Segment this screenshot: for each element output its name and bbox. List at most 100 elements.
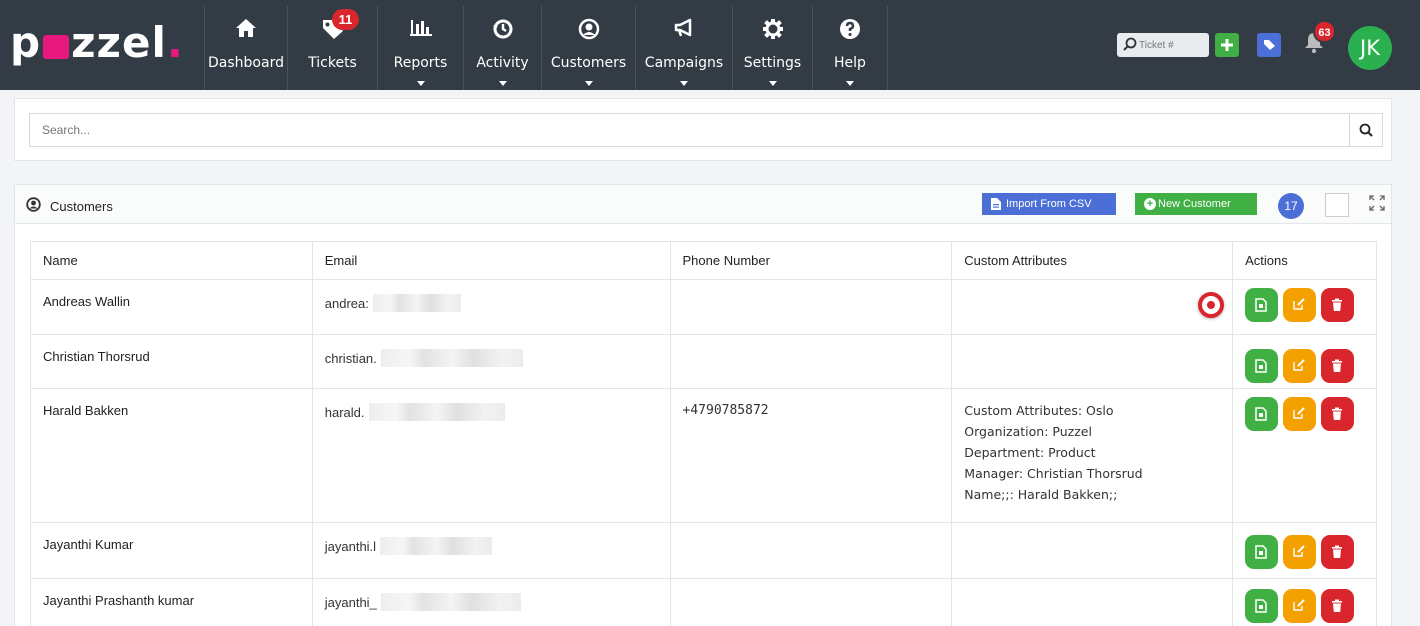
customer-email: christian. xyxy=(311,334,671,389)
redacted-email xyxy=(372,294,461,312)
edit-icon xyxy=(1293,407,1305,419)
nav-tickets[interactable]: 11 Tickets xyxy=(287,6,377,90)
customer-phone xyxy=(669,334,953,389)
customer-phone: +4790785872 xyxy=(669,388,953,523)
search-button[interactable] xyxy=(1349,113,1383,147)
search-icon xyxy=(1359,123,1373,137)
nav-help[interactable]: Help xyxy=(812,6,888,90)
delete-button[interactable] xyxy=(1321,589,1355,623)
quick-add-button[interactable] xyxy=(1215,33,1239,57)
history-icon xyxy=(492,19,512,39)
panel-header: Customers Import From CSV + New Customer… xyxy=(15,185,1391,224)
delete-button[interactable] xyxy=(1321,349,1355,383)
new-customer-button[interactable]: + New Customer xyxy=(1135,193,1257,215)
email-text: jayanthi.l xyxy=(324,539,377,554)
trash-icon xyxy=(1332,359,1343,372)
chevron-down-icon xyxy=(846,81,854,86)
table-row: Jayanthi Kumar jayanthi.l xyxy=(30,522,1377,579)
view-button[interactable] xyxy=(1245,397,1279,431)
chevron-down-icon xyxy=(680,81,688,86)
customer-name: Andreas Wallin xyxy=(30,279,313,335)
nav-label: Reports xyxy=(393,55,448,71)
row-actions xyxy=(1232,334,1377,389)
edit-icon xyxy=(1293,298,1305,310)
email-text: christian. xyxy=(324,351,377,366)
plus-icon xyxy=(1221,39,1233,51)
user-circle-icon xyxy=(578,18,599,40)
view-button[interactable] xyxy=(1245,349,1279,383)
nav-label: Customers xyxy=(550,55,627,71)
column-header-name[interactable]: Name xyxy=(30,241,313,280)
quick-ticket-button[interactable] xyxy=(1257,33,1281,57)
email-text: harald. xyxy=(324,405,365,420)
gear-icon xyxy=(762,19,783,39)
customer-name: Harald Bakken xyxy=(30,388,313,523)
question-icon xyxy=(840,19,860,39)
select-checkbox[interactable] xyxy=(1325,193,1349,217)
attribute-line: Department: Product xyxy=(964,445,1096,460)
nav-label: Settings xyxy=(743,55,802,71)
nav-customers[interactable]: Customers xyxy=(541,6,635,90)
customer-name: Christian Thorsrud xyxy=(30,334,313,389)
redacted-email xyxy=(380,537,493,555)
edit-button[interactable] xyxy=(1283,397,1317,431)
search-icon xyxy=(1123,37,1137,51)
redacted-email xyxy=(368,403,505,421)
edit-button[interactable] xyxy=(1283,349,1317,383)
column-header-email[interactable]: Email xyxy=(311,241,671,280)
ticket-number-input[interactable] xyxy=(1139,36,1203,54)
edit-icon xyxy=(1293,545,1305,557)
file-icon xyxy=(1255,298,1267,312)
tag-icon xyxy=(1263,40,1275,50)
email-text: jayanthi_ xyxy=(324,595,377,610)
column-header-phone[interactable]: Phone Number xyxy=(669,241,953,280)
nav-settings[interactable]: Settings xyxy=(732,6,812,90)
delete-button[interactable] xyxy=(1321,397,1355,431)
ticket-search[interactable] xyxy=(1117,33,1209,57)
customers-panel: Customers Import From CSV + New Customer… xyxy=(14,184,1392,626)
column-header-custom-attributes[interactable]: Custom Attributes xyxy=(951,241,1234,280)
file-icon xyxy=(1255,599,1267,613)
nav-campaigns[interactable]: Campaigns xyxy=(635,6,732,90)
customer-email: jayanthi.l xyxy=(311,522,671,579)
nav-label: Campaigns xyxy=(644,55,724,71)
view-button[interactable] xyxy=(1245,589,1279,623)
expand-icon[interactable] xyxy=(1369,195,1385,211)
view-button[interactable] xyxy=(1245,535,1279,569)
notifications-badge: 63 xyxy=(1313,20,1336,43)
notifications-button[interactable]: 63 xyxy=(1303,20,1336,58)
delete-button[interactable] xyxy=(1321,288,1355,322)
import-csv-label: Import From CSV xyxy=(1006,198,1092,210)
import-csv-button[interactable]: Import From CSV xyxy=(982,193,1116,215)
bar-chart-icon xyxy=(409,20,432,36)
edit-button[interactable] xyxy=(1283,288,1317,322)
customer-attributes xyxy=(951,578,1234,626)
nav-label: Help xyxy=(834,55,866,71)
customer-attributes xyxy=(951,279,1234,335)
nav-activity[interactable]: Activity xyxy=(463,6,541,90)
puzzel-logo[interactable]: p zzel. xyxy=(10,18,184,68)
edit-button[interactable] xyxy=(1283,589,1317,623)
customers-table: Name Email Phone Number Custom Attribute… xyxy=(30,241,1377,626)
view-button[interactable] xyxy=(1245,288,1279,322)
new-customer-label: New Customer xyxy=(1158,198,1231,210)
customer-count-badge: 17 xyxy=(1278,193,1304,219)
nav-reports[interactable]: Reports xyxy=(377,6,463,90)
column-header-actions: Actions xyxy=(1232,241,1377,280)
chevron-down-icon xyxy=(768,81,777,86)
customer-phone xyxy=(669,578,953,626)
redacted-email xyxy=(380,349,523,367)
search-input[interactable] xyxy=(29,113,1349,147)
search-panel xyxy=(14,98,1392,161)
top-navbar: p zzel. Dashboard 11 Tickets Reports Acti… xyxy=(0,0,1420,90)
delete-button[interactable] xyxy=(1321,535,1355,569)
avatar[interactable]: JK xyxy=(1348,26,1392,70)
nav-dashboard[interactable]: Dashboard xyxy=(204,6,287,90)
home-icon xyxy=(236,19,256,37)
attribute-line: Name;;: Harald Bakken;; xyxy=(964,487,1118,502)
table-row: Christian Thorsrud christian. xyxy=(30,334,1377,389)
chevron-down-icon xyxy=(584,81,593,86)
chevron-down-icon xyxy=(416,81,425,86)
edit-button[interactable] xyxy=(1283,535,1317,569)
customer-email: jayanthi_ xyxy=(311,578,671,626)
